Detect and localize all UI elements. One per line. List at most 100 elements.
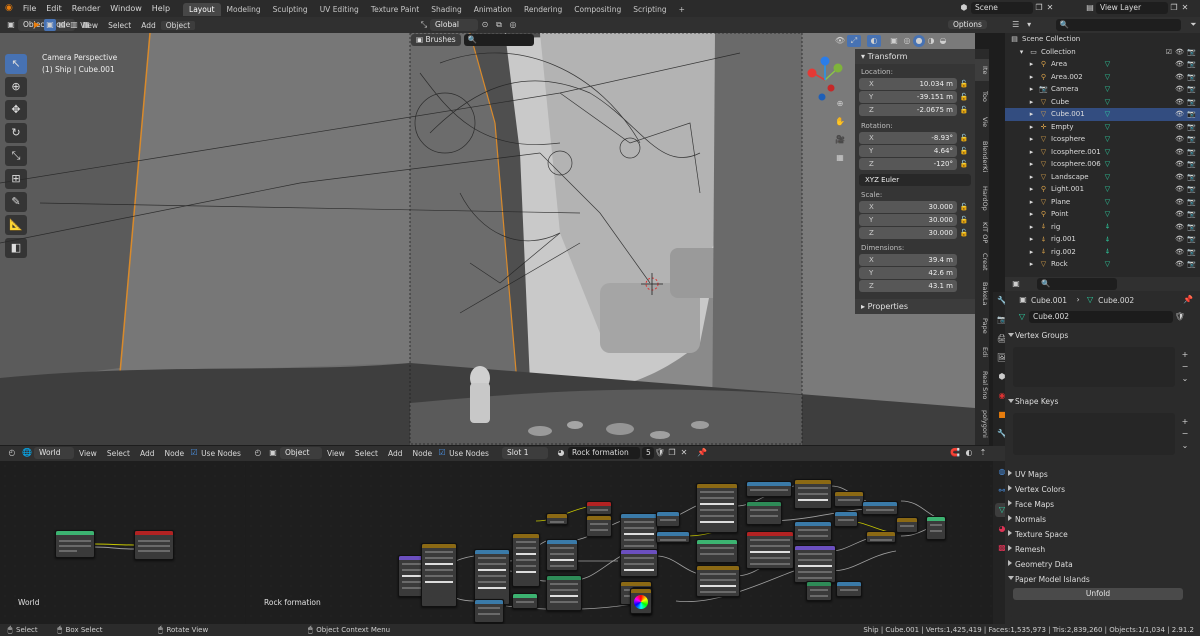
properties-editor-icon[interactable]: ▣ (1009, 278, 1023, 290)
rotate-tool-icon[interactable]: ↻ (5, 123, 27, 143)
camera-view-icon[interactable]: 🎥 (833, 131, 847, 149)
tab-animation[interactable]: Animation (468, 3, 518, 16)
sidebar-tab-real-snow[interactable]: Real Sno (975, 367, 989, 403)
object-node-editor[interactable]: Rock formation (246, 461, 993, 624)
copy-icon[interactable]: ❐ (1033, 2, 1045, 14)
shader-type-dropdown-world[interactable]: World (34, 447, 74, 459)
tab-compositing[interactable]: Compositing (568, 3, 627, 16)
eye-icon[interactable]: 👁 (1175, 98, 1184, 106)
expand-icon[interactable]: ▸ (1027, 223, 1036, 231)
shader-node[interactable] (696, 483, 738, 533)
uv-maps-section[interactable]: UV Maps (1005, 467, 1200, 482)
expand-icon[interactable]: ▸ (1027, 135, 1036, 143)
eye-icon[interactable]: 👁 (1175, 48, 1184, 56)
world-shader-type-icon[interactable]: 🌐 (20, 447, 34, 459)
properties-section-header[interactable]: ▸ Properties (855, 299, 975, 314)
object-data-icon[interactable]: ▽ (1103, 60, 1112, 68)
zoom-icon[interactable]: ⊕ (833, 95, 847, 113)
lock-icon[interactable]: 🔓 (957, 80, 971, 88)
shader-node[interactable] (546, 513, 568, 525)
scale-z-field[interactable]: 30.000 (885, 227, 957, 239)
shader-node[interactable] (746, 501, 782, 525)
lock-icon[interactable]: 🔓 (957, 203, 971, 211)
select-mode-invert-icon[interactable]: ▦ (80, 19, 92, 31)
lock-icon[interactable]: 🔓 (957, 134, 971, 142)
expand-icon[interactable]: ▸ (1027, 73, 1036, 81)
object-data-icon[interactable]: ▽ (1103, 210, 1112, 218)
object-data-icon[interactable]: ▽ (1103, 185, 1112, 193)
sidebar-tab-bakelab[interactable]: BakeLa (975, 279, 989, 309)
scale-x-field[interactable]: 30.000 (885, 201, 957, 213)
transform-tool-icon[interactable]: ⊞ (5, 169, 27, 189)
object-data-icon[interactable]: ▽ (1103, 98, 1112, 106)
scene-collection-row[interactable]: ▤ Scene Collection (1005, 33, 1200, 46)
add-cube-tool-icon[interactable]: ◧ (5, 238, 27, 258)
eye-icon[interactable]: 👁 (1175, 260, 1184, 268)
eye-icon[interactable]: 👁 (1175, 198, 1184, 206)
camera-render-icon[interactable]: 📷 (1187, 98, 1196, 106)
dimensions-y-field[interactable]: 42.6 m (885, 267, 957, 279)
brushes-dropdown[interactable]: ▣ Brushes (411, 34, 461, 46)
normals-section[interactable]: Normals (1005, 512, 1200, 527)
outliner-item[interactable]: ▸ ▽ Cube ▽ 👁 📷 (1005, 96, 1200, 109)
vertex-colors-section[interactable]: Vertex Colors (1005, 482, 1200, 497)
camera-render-icon[interactable]: 📷 (1187, 160, 1196, 168)
outliner-item[interactable]: ▸ ▽ Icosphere ▽ 👁 📷 (1005, 133, 1200, 146)
viewport-menu-add[interactable]: Add (136, 21, 161, 30)
shader-node[interactable] (586, 515, 612, 537)
perspective-toggle-icon[interactable]: ▦ (833, 149, 847, 167)
lock-icon[interactable]: 🔓 (957, 147, 971, 155)
expand-icon[interactable]: ▾ (1017, 48, 1026, 56)
eye-icon[interactable]: 👁 (1175, 148, 1184, 156)
expand-icon[interactable]: ▸ (1027, 123, 1036, 131)
world-node-editor[interactable]: World (0, 461, 245, 624)
scale-tool-icon[interactable]: ⤡ (5, 146, 27, 166)
eye-icon[interactable]: 👁 (1175, 223, 1184, 231)
expand-icon[interactable]: ▸ (1027, 198, 1036, 206)
expand-icon[interactable]: ▸ (1027, 248, 1036, 256)
eye-icon[interactable]: 👁 (1175, 210, 1184, 218)
copy-icon[interactable]: ❐ (1168, 2, 1180, 14)
object-data-icon[interactable]: ▽ (1103, 148, 1112, 156)
outliner-item[interactable]: ▸ ⚲ Point ▽ 👁 📷 (1005, 208, 1200, 221)
expand-icon[interactable]: ▸ (1027, 160, 1036, 168)
rotation-z-field[interactable]: -120° (885, 158, 957, 170)
vertex-groups-list[interactable] (1013, 347, 1175, 387)
snap-icon[interactable]: ⧉ (492, 19, 506, 31)
background-node[interactable] (55, 530, 95, 558)
move-tool-icon[interactable]: ✥ (5, 100, 27, 120)
view-layer-icon[interactable]: ▤ (1084, 2, 1096, 14)
menu-render[interactable]: Render (67, 0, 105, 17)
outliner-item[interactable]: ▸ ⍋ rig.002 ⍋ 👁 📷 (1005, 246, 1200, 259)
outliner-item[interactable]: ▸ 📷 Camera ▽ 👁 📷 (1005, 83, 1200, 96)
shader-node[interactable] (794, 545, 836, 583)
texture-space-section[interactable]: Texture Space (1005, 527, 1200, 542)
shader-node[interactable] (512, 533, 540, 587)
sidebar-tab-paper[interactable]: Pape (975, 315, 989, 337)
outliner-item[interactable]: ▸ ⚲ Light.001 ▽ 👁 📷 (1005, 183, 1200, 196)
tab-rendering[interactable]: Rendering (518, 3, 568, 16)
menu-window[interactable]: Window (105, 0, 147, 17)
outliner-item[interactable]: ▸ ▽ Rock ▽ 👁 📷 (1005, 258, 1200, 271)
filter-icon[interactable]: ▾ (1022, 19, 1035, 31)
expand-icon[interactable]: ▸ (1027, 210, 1036, 218)
lock-icon[interactable]: 🔓 (957, 106, 971, 114)
sidebar-tab-polygoniq[interactable]: polygoni (975, 407, 989, 441)
outliner-item[interactable]: ▸ ⚲ Area.002 ▽ 👁 📷 (1005, 71, 1200, 84)
select-tool-icon[interactable]: ▶ (30, 19, 44, 31)
camera-render-icon[interactable]: 📷 (1187, 248, 1196, 256)
outliner-item[interactable]: ▸ ▽ Cube.001 ▽ 👁 📷 (1005, 108, 1200, 121)
object-data-icon[interactable]: ▽ (1103, 85, 1112, 93)
node-editor-type-icon[interactable]: ◴ (4, 447, 20, 459)
fake-user-icon[interactable]: 🛡 (654, 447, 666, 459)
camera-render-icon[interactable]: 📷 (1187, 173, 1196, 181)
expand-icon[interactable]: ▸ (1027, 148, 1036, 156)
outliner-item[interactable]: ▸ ✛ Empty ▽ 👁 📷 (1005, 121, 1200, 134)
camera-render-icon[interactable]: 📷 (1187, 135, 1196, 143)
proportional-edit-icon[interactable]: ◎ (506, 19, 520, 31)
cursor-tool-icon[interactable]: ⊕ (5, 77, 27, 97)
shader-node[interactable] (862, 501, 898, 515)
shader-node[interactable] (421, 543, 457, 607)
shape-keys-list[interactable] (1013, 413, 1175, 455)
sidebar-tab-item[interactable]: Ite (975, 59, 989, 81)
